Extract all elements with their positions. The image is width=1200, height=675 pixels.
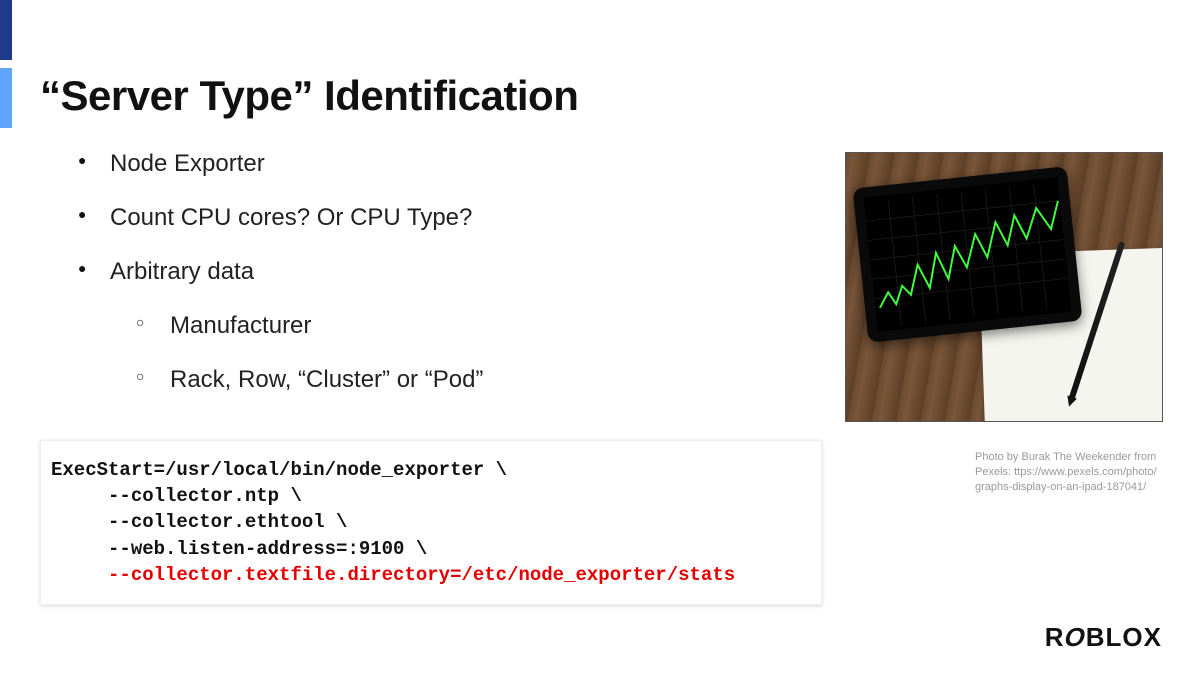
accent-bar-bottom <box>0 68 12 128</box>
bullet-content: Node Exporter Count CPU cores? Or CPU Ty… <box>70 150 730 420</box>
credit-line: Pexels: ttps://www.pexels.com/photo/ <box>975 465 1175 480</box>
decorative-photo <box>845 152 1163 422</box>
photo-credit: Photo by Burak The Weekender from Pexels… <box>975 450 1175 495</box>
sub-bullet-item: Rack, Row, “Cluster” or “Pod” <box>110 366 730 394</box>
tablet-screen <box>863 177 1071 332</box>
bullet-item: Arbitrary data Manufacturer Rack, Row, “… <box>70 258 730 394</box>
credit-line: graphs-display-on-an-ipad-187041/ <box>975 480 1175 495</box>
chart-icon <box>863 177 1071 332</box>
code-line: --web.listen-address=:9100 \ <box>51 538 427 560</box>
code-line: ExecStart=/usr/local/bin/node_exporter \ <box>51 459 507 481</box>
bullet-item-label: Arbitrary data <box>110 258 254 285</box>
slide-title: “Server Type” Identification <box>40 72 578 120</box>
code-block: ExecStart=/usr/local/bin/node_exporter \… <box>40 440 822 605</box>
code-line: --collector.ethtool \ <box>51 511 347 533</box>
bullet-item: Count CPU cores? Or CPU Type? <box>70 204 730 232</box>
accent-bar-top <box>0 0 12 60</box>
tablet-device <box>852 166 1082 343</box>
bullet-item: Node Exporter <box>70 150 730 178</box>
code-line-highlighted: --collector.textfile.directory=/etc/node… <box>51 564 735 586</box>
code-line: --collector.ntp \ <box>51 485 302 507</box>
logo-part: BLOX <box>1086 622 1162 652</box>
credit-line: Photo by Burak The Weekender from <box>975 450 1175 465</box>
roblox-logo: ROBLOX <box>1045 622 1162 653</box>
sub-bullet-item: Manufacturer <box>110 312 730 340</box>
